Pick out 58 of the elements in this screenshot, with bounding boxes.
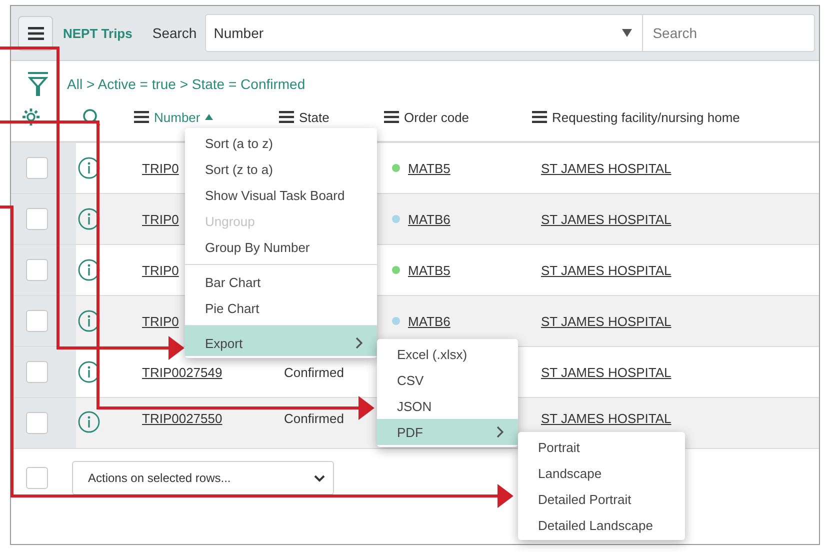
sort-ascending-icon[interactable] [205, 114, 214, 120]
column-menu-icon[interactable] [384, 111, 399, 123]
trip-number-link[interactable]: TRIP0027550 [142, 411, 222, 426]
row-checkbox[interactable] [26, 208, 48, 230]
menu-item[interactable]: CSV [377, 367, 518, 393]
facility-link[interactable]: ST JAMES HOSPITAL [541, 364, 672, 380]
menu-item[interactable]: Detailed Landscape [518, 512, 685, 538]
dropdown-arrow-icon [622, 29, 632, 37]
facility-link[interactable]: ST JAMES HOSPITAL [541, 411, 672, 426]
row-checkbox[interactable] [26, 157, 48, 179]
search-field-dropdown[interactable]: Number [204, 14, 643, 52]
settings-icon[interactable] [21, 107, 41, 127]
order-code-link[interactable]: MATB5 [408, 262, 450, 278]
row-checkbox[interactable] [26, 361, 48, 383]
column-header[interactable]: Order code [404, 110, 470, 124]
trip-number-link[interactable]: TRIP0 [142, 314, 179, 328]
trip-number-link[interactable]: TRIP0 [142, 262, 179, 278]
order-code-link[interactable]: MATB5 [408, 160, 450, 176]
menu-button[interactable] [18, 16, 53, 50]
trip-number-link[interactable]: TRIP0 [142, 212, 179, 226]
menu-item[interactable]: Pie Chart [185, 295, 377, 321]
select-all-checkbox[interactable] [26, 467, 48, 489]
order-code-link[interactable]: MATB6 [408, 212, 450, 226]
menu-item[interactable]: Detailed Portrait [518, 486, 685, 512]
column-header[interactable]: State [299, 110, 330, 124]
facility-link[interactable]: ST JAMES HOSPITAL [541, 160, 672, 176]
row-checkbox[interactable] [26, 310, 48, 332]
order-code-link[interactable]: MATB6 [408, 314, 450, 328]
trip-number-link[interactable]: TRIP0027549 [142, 364, 222, 380]
column-menu-icon[interactable] [134, 111, 149, 123]
chevron-right-icon [496, 426, 504, 438]
chevron-right-icon [355, 337, 363, 349]
facility-link[interactable]: ST JAMES HOSPITAL [541, 212, 672, 226]
menu-item[interactable]: PDF [377, 419, 518, 445]
column-header[interactable]: Requesting facility/nursing home [552, 110, 740, 124]
menu-item[interactable]: Sort (z to a) [185, 156, 377, 182]
actions-dropdown[interactable]: Actions on selected rows... [72, 461, 334, 495]
column-header[interactable]: Number [154, 110, 200, 124]
menu-item[interactable]: Landscape [518, 460, 685, 486]
facility-link[interactable]: ST JAMES HOSPITAL [541, 314, 672, 328]
search-label: Search [152, 25, 197, 41]
info-icon[interactable] [78, 411, 100, 433]
state-text: Confirmed [284, 411, 344, 426]
trip-number-link[interactable]: TRIP0 [142, 160, 179, 176]
row-checkbox[interactable] [26, 259, 48, 281]
menu-item[interactable]: Bar Chart [185, 264, 377, 295]
menu-icon [28, 26, 44, 40]
menu-item[interactable]: Export [185, 325, 377, 356]
column-menu-icon[interactable] [279, 111, 294, 123]
facility-link[interactable]: ST JAMES HOSPITAL [541, 262, 672, 278]
search-field[interactable]: Search [642, 14, 815, 52]
chevron-down-icon [314, 474, 325, 482]
app-title: NEPT Trips [63, 26, 132, 40]
filter-breadcrumb[interactable]: All > Active = true > State = Confirmed [67, 76, 306, 92]
funnel-icon[interactable] [27, 70, 49, 96]
state-text: Confirmed [284, 364, 344, 380]
row-checkbox[interactable] [26, 412, 48, 434]
column-menu-icon[interactable] [532, 111, 547, 123]
